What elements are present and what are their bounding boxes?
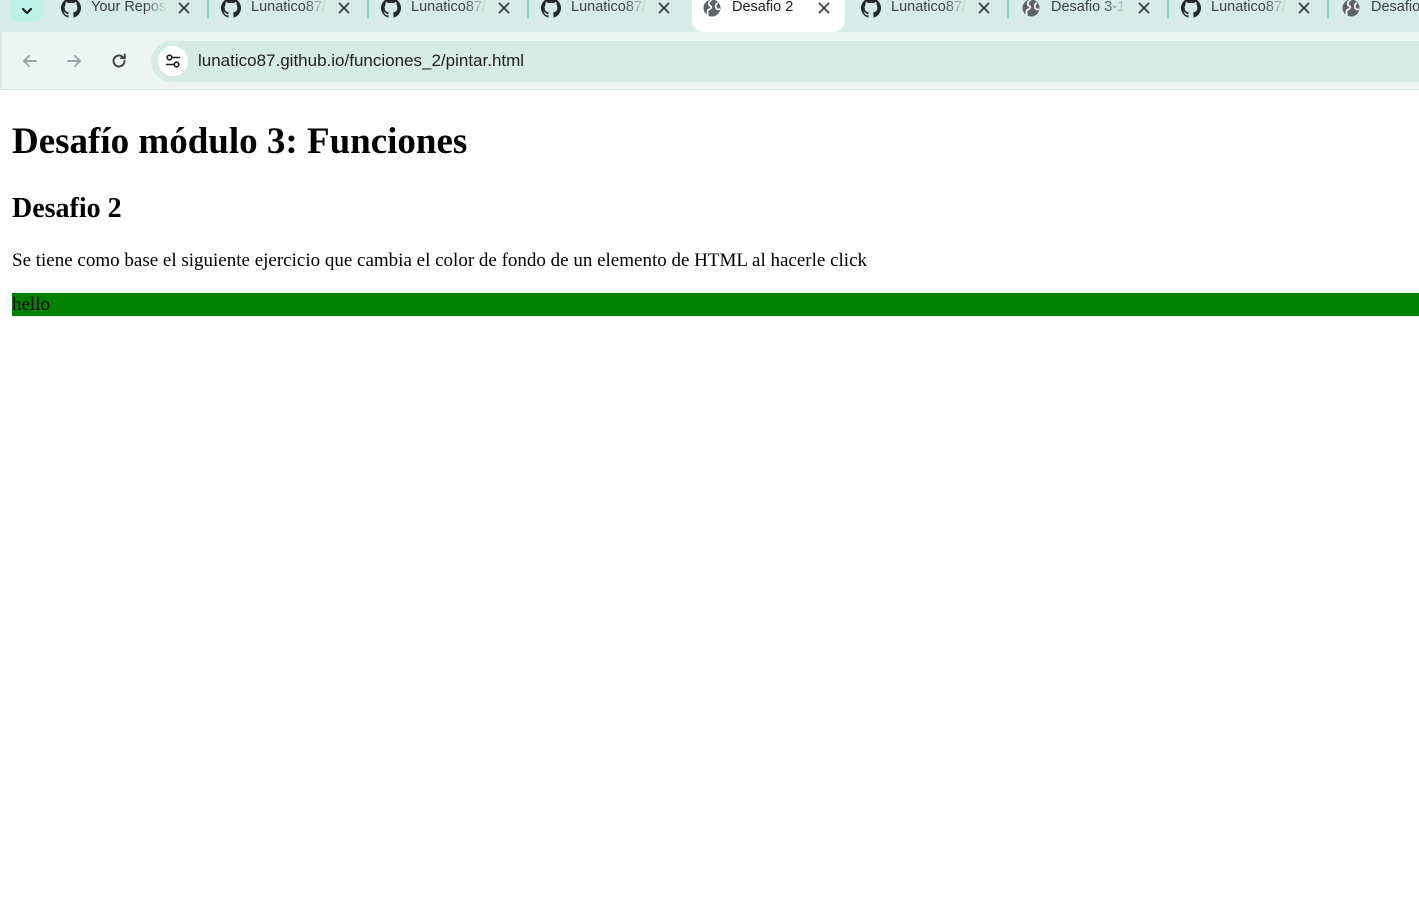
close-icon[interactable] [495,0,513,17]
globe-icon [1021,0,1041,18]
toolbar-edge [0,32,2,90]
tab[interactable]: Desafio 3-1 [1021,0,1161,32]
globe-icon [1341,0,1361,18]
hello-box[interactable]: hello [12,293,1419,316]
url-text[interactable]: lunatico87.github.io/funciones_2/pintar.… [198,51,524,71]
close-icon[interactable] [1295,0,1313,17]
reload-button[interactable] [107,49,131,73]
tab[interactable]: Lunatico87/funciones [381,0,521,32]
tab-inner: Desafio [1341,0,1419,18]
tab[interactable]: Your Repositories [61,0,201,32]
tab[interactable]: Lunatico87/funciones [861,0,1001,32]
browser-window: Your Repositories Lunatico87/funciones Lun… [0,0,1419,919]
close-icon[interactable] [1135,0,1153,17]
tab-active[interactable]: Desafio 2 [692,0,845,32]
tab[interactable]: Lunatico87/funciones [541,0,681,32]
tab-inner: Desafio 3-1 [1021,0,1161,18]
github-icon [61,0,81,18]
close-icon[interactable] [655,0,673,17]
close-icon[interactable] [175,0,193,17]
tab-inner: Lunatico87/funciones [381,0,521,18]
tab-inner: Your Repositories [61,0,201,18]
tab-separator [367,0,369,18]
address-bar[interactable]: lunatico87.github.io/funciones_2/pintar.… [151,41,1419,82]
page-description: Se tiene como base el siguiente ejercici… [12,250,867,271]
page-content: Desafío módulo 3: Funciones Desafio 2 Se… [0,91,1419,919]
close-icon[interactable] [815,0,833,17]
tab-inner: Lunatico87/funciones [861,0,1001,18]
tab[interactable]: Lunatico87/funciones [1181,0,1321,32]
chevron-down-icon [21,7,33,15]
back-button[interactable] [18,49,42,73]
forward-button[interactable] [62,49,86,73]
tab[interactable]: Desafio [1341,0,1419,32]
tab-inner: Lunatico87/funciones [1181,0,1321,18]
toolbar: lunatico87.github.io/funciones_2/pintar.… [0,32,1419,90]
tune-icon [165,54,181,68]
close-icon[interactable] [335,0,353,17]
page-title: Desafío módulo 3: Funciones [12,121,468,162]
arrow-right-icon [67,55,81,67]
tab-title: Desafio 2 [732,0,794,15]
tab-title: Your Repositories [91,0,167,15]
site-info-button[interactable] [158,46,188,76]
tab-search-button[interactable] [10,0,44,22]
tab-separator [1007,0,1009,18]
github-icon [221,0,241,18]
close-icon[interactable] [975,0,993,17]
tab[interactable]: Lunatico87/funciones [221,0,361,32]
tab-title: Lunatico87/funciones [1211,0,1287,15]
tab-separator [207,0,209,18]
github-icon [541,0,561,18]
globe-icon [702,0,722,18]
github-icon [381,0,401,18]
tab-title: Lunatico87/funciones [411,0,487,15]
tab-inner: Desafio 2 [702,0,845,18]
tab-inner: Lunatico87/funciones [221,0,361,18]
tab-title: Lunatico87/funciones [571,0,647,15]
tab-title: Desafio [1371,0,1419,15]
github-icon [1181,0,1201,18]
tab-separator [527,0,529,18]
github-icon [861,0,881,18]
reload-icon [112,53,126,68]
tab-title: Lunatico87/funciones [891,0,967,15]
tab-title: Desafio 3-1 [1051,0,1126,15]
tab-separator [1167,0,1169,18]
tab-inner: Lunatico87/funciones [541,0,681,18]
tab-separator [1327,0,1329,18]
page-subtitle: Desafio 2 [12,193,122,224]
tab-title: Lunatico87/funciones [251,0,327,15]
arrow-left-icon [23,55,37,67]
